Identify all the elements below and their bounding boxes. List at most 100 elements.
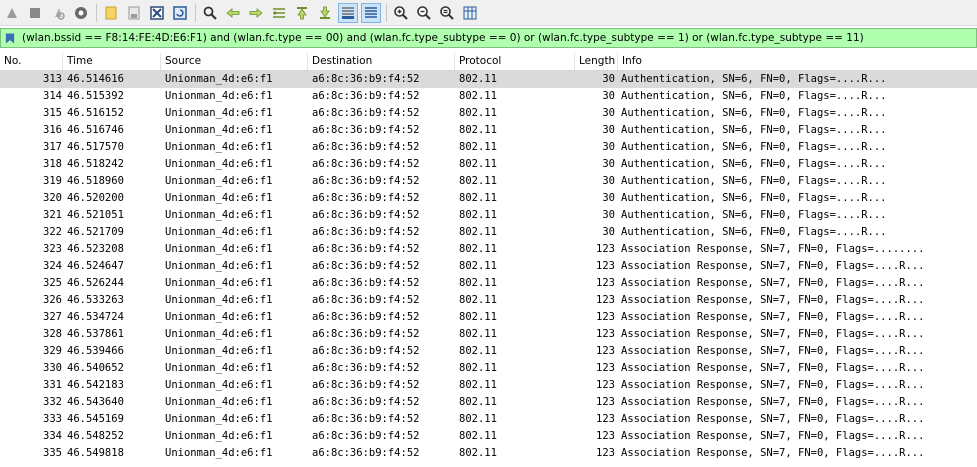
packet-length-cell: 123 xyxy=(596,311,615,323)
restart-capture-icon[interactable] xyxy=(48,3,68,23)
table-row[interactable]: 317 46.517570 Unionman_4d:e6:f1 a6:8c:36:b9… xyxy=(0,139,977,156)
table-row[interactable]: 330 46.540652 Unionman_4d:e6:f1 a6:8c:36:b9… xyxy=(0,360,977,377)
last-packet-icon[interactable] xyxy=(315,3,335,23)
colorize-icon[interactable] xyxy=(361,2,381,23)
packet-destination-cell: a6:8c:36:b9:f4:52 xyxy=(312,209,420,221)
table-row[interactable]: 331 46.542183 Unionman_4d:e6:f1 a6:8c:36:b9… xyxy=(0,377,977,394)
packet-time-cell: 46.545169 xyxy=(67,413,124,425)
autoscroll-icon[interactable] xyxy=(338,2,358,23)
packet-info-cell: Association Response, SN=7, FN=0, Flags=… xyxy=(621,294,925,306)
packet-no-cell: 319 xyxy=(43,175,62,187)
table-row[interactable]: 329 46.539466 Unionman_4d:e6:f1 a6:8c:36:b9… xyxy=(0,343,977,360)
packet-info-cell: Association Response, SN=7, FN=0, Flags=… xyxy=(621,379,925,391)
packet-time-cell: 46.516152 xyxy=(67,107,124,119)
packet-info-cell: Association Response, SN=7, FN=0, Flags=… xyxy=(621,311,925,323)
packet-protocol-cell: 802.11 xyxy=(459,90,497,102)
packet-length-cell: 123 xyxy=(596,379,615,391)
packet-time-cell: 46.521709 xyxy=(67,226,124,238)
packet-time-cell: 46.518242 xyxy=(67,158,124,170)
find-packet-icon[interactable] xyxy=(200,3,220,23)
table-row[interactable]: 325 46.526244 Unionman_4d:e6:f1 a6:8c:36:b9… xyxy=(0,275,977,292)
packet-protocol-cell: 802.11 xyxy=(459,209,497,221)
table-row[interactable]: 319 46.518960 Unionman_4d:e6:f1 a6:8c:36:b9… xyxy=(0,173,977,190)
table-row[interactable]: 335 46.549818 Unionman_4d:e6:f1 a6:8c:36:b9… xyxy=(0,445,977,462)
packet-protocol-cell: 802.11 xyxy=(459,345,497,357)
packet-length-cell: 30 xyxy=(602,158,615,170)
packet-info-cell: Authentication, SN=6, FN=0, Flags=....R.… xyxy=(621,226,887,238)
packet-protocol-cell: 802.11 xyxy=(459,447,497,459)
zoom-in-icon[interactable] xyxy=(391,3,411,23)
filter-bookmark-icon[interactable] xyxy=(1,29,19,47)
table-row[interactable]: 333 46.545169 Unionman_4d:e6:f1 a6:8c:36:b9… xyxy=(0,411,977,428)
column-header-destination[interactable]: Destination xyxy=(308,53,455,70)
stop-capture-icon[interactable] xyxy=(25,3,45,23)
capture-options-icon[interactable] xyxy=(71,3,91,23)
table-row[interactable]: 316 46.516746 Unionman_4d:e6:f1 a6:8c:36:b9… xyxy=(0,122,977,139)
packet-length-cell: 123 xyxy=(596,430,615,442)
save-file-icon[interactable] xyxy=(124,3,144,23)
column-header-length[interactable]: Length xyxy=(575,53,618,70)
packet-info-cell: Authentication, SN=6, FN=0, Flags=....R.… xyxy=(621,158,887,170)
close-file-icon[interactable] xyxy=(147,3,167,23)
packet-time-cell: 46.537861 xyxy=(67,328,124,340)
table-row[interactable]: 332 46.543640 Unionman_4d:e6:f1 a6:8c:36:b9… xyxy=(0,394,977,411)
packet-destination-cell: a6:8c:36:b9:f4:52 xyxy=(312,294,420,306)
packet-info-cell: Authentication, SN=6, FN=0, Flags=....R.… xyxy=(621,175,887,187)
column-header-info[interactable]: Info xyxy=(618,53,977,70)
packet-length-cell: 30 xyxy=(602,226,615,238)
first-packet-icon[interactable] xyxy=(292,3,312,23)
packet-protocol-cell: 802.11 xyxy=(459,243,497,255)
packet-no-cell: 323 xyxy=(43,243,62,255)
packet-time-cell: 46.524647 xyxy=(67,260,124,272)
packet-no-cell: 316 xyxy=(43,124,62,136)
packet-time-cell: 46.526244 xyxy=(67,277,124,289)
go-forward-icon[interactable] xyxy=(246,3,266,23)
display-filter-input[interactable]: (wlan.bssid == F8:14:FE:4D:E6:F1) and (w… xyxy=(19,32,864,44)
reload-file-icon[interactable] xyxy=(170,3,190,23)
column-header-protocol[interactable]: Protocol xyxy=(455,53,575,70)
packet-destination-cell: a6:8c:36:b9:f4:52 xyxy=(312,345,420,357)
table-row[interactable]: 322 46.521709 Unionman_4d:e6:f1 a6:8c:36:b9… xyxy=(0,224,977,241)
shark-fin-start-icon[interactable] xyxy=(2,3,22,23)
table-row[interactable]: 326 46.533263 Unionman_4d:e6:f1 a6:8c:36:b9… xyxy=(0,292,977,309)
table-row[interactable]: 315 46.516152 Unionman_4d:e6:f1 a6:8c:36:b9… xyxy=(0,105,977,122)
packet-source-cell: Unionman_4d:e6:f1 xyxy=(165,345,273,357)
table-row[interactable]: 328 46.537861 Unionman_4d:e6:f1 a6:8c:36:b9… xyxy=(0,326,977,343)
packet-time-cell: 46.515392 xyxy=(67,90,124,102)
packet-time-cell: 46.548252 xyxy=(67,430,124,442)
table-row[interactable]: 314 46.515392 Unionman_4d:e6:f1 a6:8c:36:b9… xyxy=(0,88,977,105)
table-row[interactable]: 321 46.521051 Unionman_4d:e6:f1 a6:8c:36:b9… xyxy=(0,207,977,224)
column-header-no[interactable]: No. xyxy=(0,53,63,70)
packet-source-cell: Unionman_4d:e6:f1 xyxy=(165,430,273,442)
packet-time-cell: 46.523208 xyxy=(67,243,124,255)
go-back-icon[interactable] xyxy=(223,3,243,23)
table-row[interactable]: 313 46.514616 Unionman_4d:e6:f1 a6:8c:36:b9… xyxy=(0,71,977,88)
packet-time-cell: 46.516746 xyxy=(67,124,124,136)
packet-destination-cell: a6:8c:36:b9:f4:52 xyxy=(312,277,420,289)
resize-columns-icon[interactable] xyxy=(460,3,480,23)
table-row[interactable]: 327 46.534724 Unionman_4d:e6:f1 a6:8c:36:b9… xyxy=(0,309,977,326)
table-row[interactable]: 334 46.548252 Unionman_4d:e6:f1 a6:8c:36:b9… xyxy=(0,428,977,445)
go-to-packet-icon[interactable] xyxy=(269,3,289,23)
column-header-source[interactable]: Source xyxy=(161,53,308,70)
column-header-time[interactable]: Time xyxy=(63,53,161,70)
packet-source-cell: Unionman_4d:e6:f1 xyxy=(165,73,273,85)
packet-protocol-cell: 802.11 xyxy=(459,379,497,391)
packet-source-cell: Unionman_4d:e6:f1 xyxy=(165,209,273,221)
packet-length-cell: 123 xyxy=(596,328,615,340)
packet-source-cell: Unionman_4d:e6:f1 xyxy=(165,277,273,289)
packet-no-cell: 322 xyxy=(43,226,62,238)
display-filter-bar[interactable]: (wlan.bssid == F8:14:FE:4D:E6:F1) and (w… xyxy=(0,28,977,48)
packet-length-cell: 30 xyxy=(602,175,615,187)
packet-length-cell: 30 xyxy=(602,124,615,136)
zoom-out-icon[interactable] xyxy=(414,3,434,23)
table-row[interactable]: 324 46.524647 Unionman_4d:e6:f1 a6:8c:36:b9… xyxy=(0,258,977,275)
normal-size-icon[interactable] xyxy=(437,3,457,23)
packet-info-cell: Association Response, SN=7, FN=0, Flags=… xyxy=(621,328,925,340)
table-row[interactable]: 320 46.520200 Unionman_4d:e6:f1 a6:8c:36:b9… xyxy=(0,190,977,207)
open-file-icon[interactable] xyxy=(101,3,121,23)
packet-length-cell: 123 xyxy=(596,413,615,425)
table-row[interactable]: 323 46.523208 Unionman_4d:e6:f1 a6:8c:36:b9… xyxy=(0,241,977,258)
table-row[interactable]: 318 46.518242 Unionman_4d:e6:f1 a6:8c:36:b9… xyxy=(0,156,977,173)
packet-source-cell: Unionman_4d:e6:f1 xyxy=(165,107,273,119)
